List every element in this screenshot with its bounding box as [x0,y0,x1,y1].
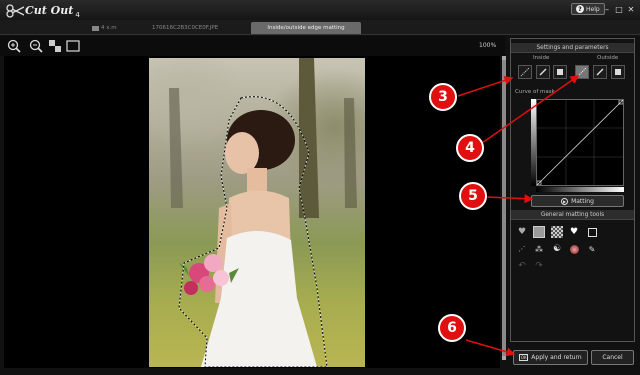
callout-arrows [457,75,580,357]
arrow-6 [465,339,516,357]
callout-4: 4 [456,134,484,162]
arrow-4 [481,75,580,144]
app-window: Cut Out 4 ? Help – □ ✕ 4 x.m 170616C2B3C… [0,0,640,375]
callout-5: 5 [459,182,487,210]
callout-6: 6 [438,314,466,342]
callout-3: 3 [429,83,457,111]
arrow-5 [486,194,534,204]
arrow-3 [457,76,514,97]
